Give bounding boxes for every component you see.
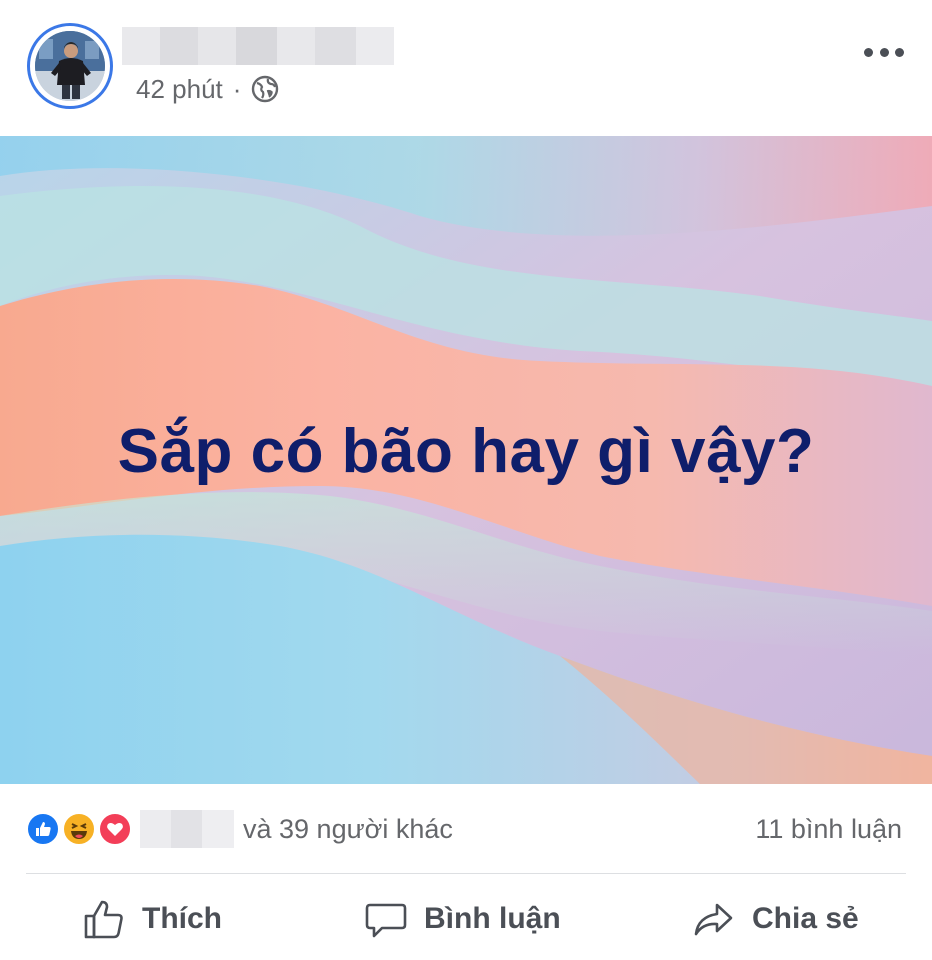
- comment-label: Bình luận: [424, 902, 561, 935]
- like-icon: [26, 812, 60, 846]
- reactor-name-redacted[interactable]: [140, 810, 234, 848]
- thumbs-up-icon: [84, 900, 123, 939]
- reaction-summary[interactable]: và 39 người khác: [243, 812, 453, 846]
- author-name-redacted[interactable]: [122, 27, 394, 65]
- like-label: Thích: [142, 902, 222, 935]
- share-button[interactable]: Chia sẻ: [692, 895, 859, 943]
- haha-icon: [62, 812, 96, 846]
- love-icon: [98, 812, 132, 846]
- post-background-card[interactable]: Sắp có bão hay gì vậy?: [0, 136, 932, 784]
- post-actions: Thích Bình luận Chia sẻ: [0, 875, 932, 960]
- meta-separator: ·: [232, 73, 242, 104]
- reactions-bar: và 39 người khác 11 bình luận: [0, 784, 932, 874]
- post-meta: 42 phút ·: [136, 72, 279, 106]
- reaction-icons[interactable]: [26, 812, 138, 846]
- share-label: Chia sẻ: [752, 902, 859, 935]
- comment-count[interactable]: 11 bình luận: [755, 812, 902, 846]
- avatar[interactable]: [27, 23, 113, 109]
- globe-icon[interactable]: [251, 75, 279, 103]
- like-button[interactable]: Thích: [82, 895, 222, 943]
- facebook-post: 42 phút · Sắp có bão hay gì vậy? và 39 n…: [0, 0, 932, 960]
- comment-button[interactable]: Bình luận: [364, 895, 561, 943]
- more-icon-dot: [864, 47, 873, 57]
- post-header: 42 phút ·: [0, 0, 932, 136]
- more-icon-dot: [879, 47, 889, 57]
- post-caption: Sắp có bão hay gì vậy?: [117, 417, 815, 486]
- share-arrow-icon: [694, 903, 733, 936]
- avatar-photo: [35, 31, 105, 101]
- comment-icon: [365, 903, 407, 938]
- post-timestamp[interactable]: 42 phút: [136, 74, 223, 105]
- divider: [26, 873, 906, 874]
- more-options-button[interactable]: [864, 38, 904, 66]
- more-icon-dot: [895, 47, 904, 57]
